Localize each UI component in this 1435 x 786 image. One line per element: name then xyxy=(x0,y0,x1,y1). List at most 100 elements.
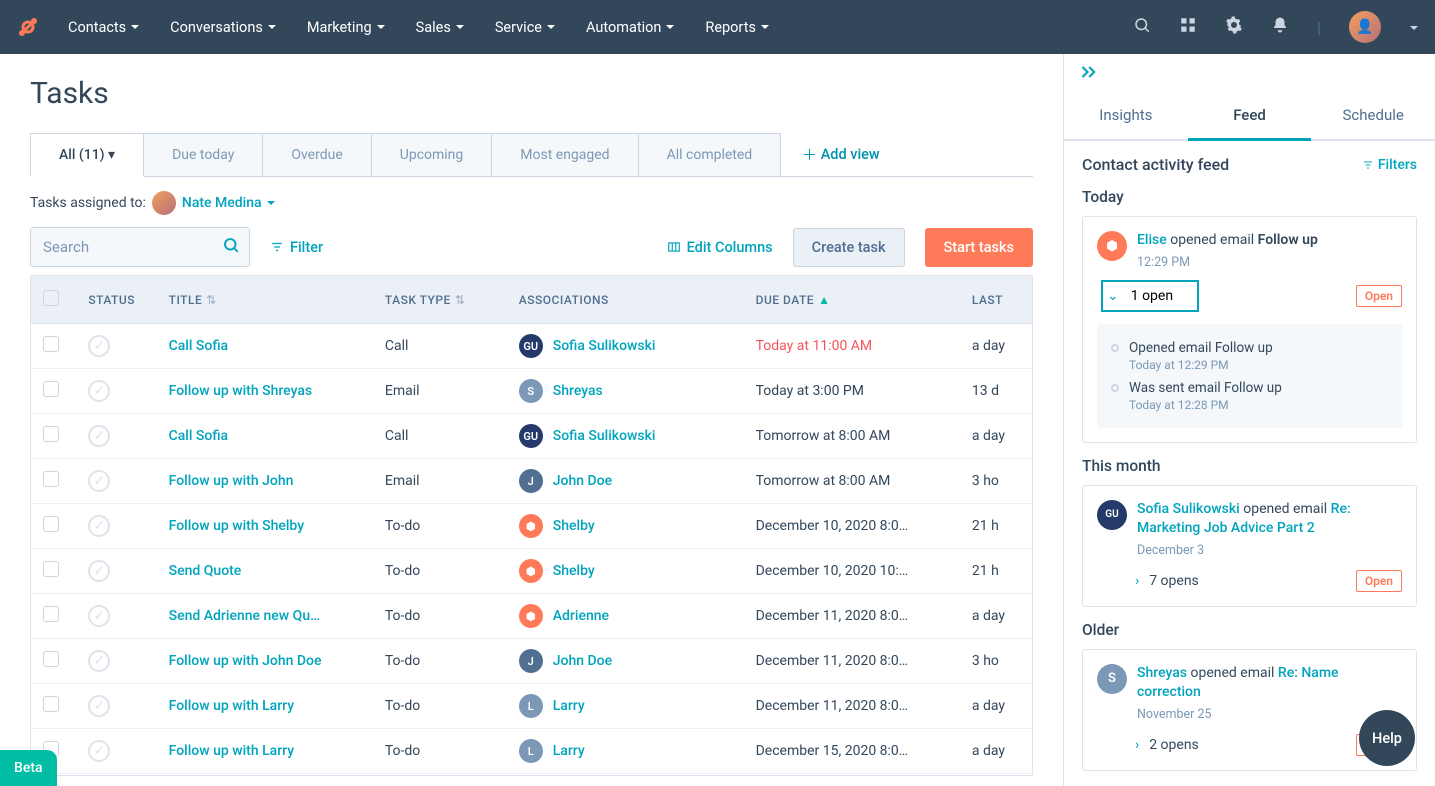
sidebar-tab[interactable]: Insights xyxy=(1064,92,1188,139)
association-avatar: ⬢ xyxy=(519,559,543,583)
create-task-button[interactable]: Create task xyxy=(793,228,905,267)
nav-link[interactable]: Contacts xyxy=(68,19,140,36)
row-checkbox[interactable] xyxy=(43,426,59,442)
nav-link[interactable]: Service xyxy=(495,19,556,36)
nav-link[interactable]: Automation xyxy=(586,19,675,36)
sidebar-tab[interactable]: Feed xyxy=(1188,92,1312,141)
activity-avatar: GU xyxy=(1097,500,1127,530)
col-associations[interactable]: ASSOCIATIONS xyxy=(507,276,744,324)
account-dropdown-icon[interactable] xyxy=(1409,18,1419,37)
row-checkbox[interactable] xyxy=(43,381,59,397)
view-tab[interactable]: All completed xyxy=(638,133,782,176)
status-toggle[interactable]: ✓ xyxy=(88,470,110,492)
settings-icon[interactable] xyxy=(1225,16,1243,38)
sidebar-filters-button[interactable]: Filters xyxy=(1362,157,1417,173)
association-link[interactable]: JJohn Doe xyxy=(519,469,612,493)
marketplace-icon[interactable] xyxy=(1179,16,1197,38)
task-type: Call xyxy=(373,414,507,459)
page-title: Tasks xyxy=(30,76,1033,111)
section-today: Today xyxy=(1082,188,1417,206)
association-link[interactable]: ⬢Shelby xyxy=(519,514,595,538)
task-title-link[interactable]: Follow up with Larry xyxy=(169,743,294,759)
view-tab[interactable]: Overdue xyxy=(262,133,371,176)
col-last[interactable]: LAST xyxy=(960,276,1032,324)
open-button[interactable]: Open xyxy=(1356,570,1402,592)
association-link[interactable]: ⬢Adrienne xyxy=(519,604,609,628)
view-tab[interactable]: All (11) ▾ xyxy=(30,133,144,177)
open-button[interactable]: Open xyxy=(1356,285,1402,307)
row-checkbox[interactable] xyxy=(43,696,59,712)
col-title[interactable]: TITLE⇅ xyxy=(157,276,373,324)
task-title-link[interactable]: Follow up with Shelby xyxy=(169,518,304,534)
association-link[interactable]: LLarry xyxy=(519,739,585,763)
last-activity: 13 d xyxy=(960,369,1032,414)
row-checkbox[interactable] xyxy=(43,651,59,667)
status-toggle[interactable]: ✓ xyxy=(88,515,110,537)
collapse-sidebar-icon[interactable] xyxy=(1080,65,1100,84)
task-title-link[interactable]: Call Sofia xyxy=(169,338,228,354)
user-avatar[interactable]: 👤 xyxy=(1349,11,1381,43)
status-toggle[interactable]: ✓ xyxy=(88,740,110,762)
row-checkbox[interactable] xyxy=(43,561,59,577)
status-toggle[interactable]: ✓ xyxy=(88,380,110,402)
row-checkbox[interactable] xyxy=(43,471,59,487)
status-toggle[interactable]: ✓ xyxy=(88,425,110,447)
row-checkbox[interactable] xyxy=(43,606,59,622)
association-link[interactable]: LLarry xyxy=(519,694,585,718)
view-tab[interactable]: Most engaged xyxy=(491,133,638,176)
status-toggle[interactable]: ✓ xyxy=(88,605,110,627)
sidebar-tab[interactable]: Schedule xyxy=(1311,92,1435,139)
status-toggle[interactable]: ✓ xyxy=(88,695,110,717)
due-date: Today at 3:00 PM xyxy=(744,369,960,414)
view-tab[interactable]: Upcoming xyxy=(371,133,493,176)
col-due-date[interactable]: DUE DATE▲ xyxy=(744,276,960,324)
task-title-link[interactable]: Follow up with John Doe xyxy=(169,653,322,669)
task-title-link[interactable]: Send Quote xyxy=(169,563,242,579)
association-link[interactable]: GUSofia Sulikowski xyxy=(519,334,656,358)
search-icon[interactable] xyxy=(1133,16,1151,38)
nav-link[interactable]: Conversations xyxy=(170,19,277,36)
nav-link[interactable]: Marketing xyxy=(307,19,386,36)
start-tasks-button[interactable]: Start tasks xyxy=(925,228,1033,267)
association-link[interactable]: JJohn Doe xyxy=(519,649,612,673)
task-title-link[interactable]: Follow up with Larry xyxy=(169,698,294,714)
task-title-link[interactable]: Call Sofia xyxy=(169,428,228,444)
opens-expand[interactable]: ›2 opens xyxy=(1135,737,1199,753)
activity-card: GU Sofia Sulikowski opened email Re: Mar… xyxy=(1082,485,1417,607)
search-input[interactable] xyxy=(30,227,250,267)
status-toggle[interactable]: ✓ xyxy=(88,335,110,357)
col-task-type[interactable]: TASK TYPE⇅ xyxy=(373,276,507,324)
filter-button[interactable]: Filter xyxy=(270,239,323,256)
nav-link[interactable]: Reports xyxy=(705,19,770,36)
notifications-icon[interactable] xyxy=(1271,16,1289,38)
opens-count[interactable]: ⌄1 open xyxy=(1101,280,1199,312)
row-checkbox[interactable] xyxy=(43,516,59,532)
help-button[interactable]: Help xyxy=(1359,710,1415,766)
beta-badge[interactable]: Beta xyxy=(0,750,57,786)
task-title-link[interactable]: Follow up with Shreyas xyxy=(169,383,312,399)
col-status[interactable]: STATUS xyxy=(76,276,156,324)
task-type: To-do xyxy=(373,684,507,729)
association-link[interactable]: ⬢Shelby xyxy=(519,559,595,583)
assignee-dropdown[interactable]: Nate Medina xyxy=(182,195,276,211)
task-type: To-do xyxy=(373,549,507,594)
nav-link[interactable]: Sales xyxy=(416,19,465,36)
opens-expand[interactable]: ›7 opens xyxy=(1135,573,1199,589)
activity-text: Shreyas opened email Re: Name correction xyxy=(1137,664,1402,703)
task-title-link[interactable]: Follow up with John xyxy=(169,473,294,489)
association-link[interactable]: SShreyas xyxy=(519,379,603,403)
table-row: ✓Send Adrienne new Qu…To-do⬢AdrienneDece… xyxy=(31,594,1032,639)
view-tab[interactable]: Due today xyxy=(143,133,263,176)
search-icon[interactable] xyxy=(222,236,240,258)
status-toggle[interactable]: ✓ xyxy=(88,650,110,672)
row-checkbox[interactable] xyxy=(43,336,59,352)
timeline-dot-icon xyxy=(1111,344,1119,352)
add-view-button[interactable]: ＋ Add view xyxy=(802,144,879,165)
hubspot-logo-icon[interactable] xyxy=(16,15,40,39)
association-link[interactable]: GUSofia Sulikowski xyxy=(519,424,656,448)
activity-text: Sofia Sulikowski opened email Re: Market… xyxy=(1137,500,1402,539)
select-all-checkbox[interactable] xyxy=(43,290,59,306)
edit-columns-button[interactable]: Edit Columns xyxy=(667,239,773,256)
task-title-link[interactable]: Send Adrienne new Qu… xyxy=(169,608,320,624)
status-toggle[interactable]: ✓ xyxy=(88,560,110,582)
